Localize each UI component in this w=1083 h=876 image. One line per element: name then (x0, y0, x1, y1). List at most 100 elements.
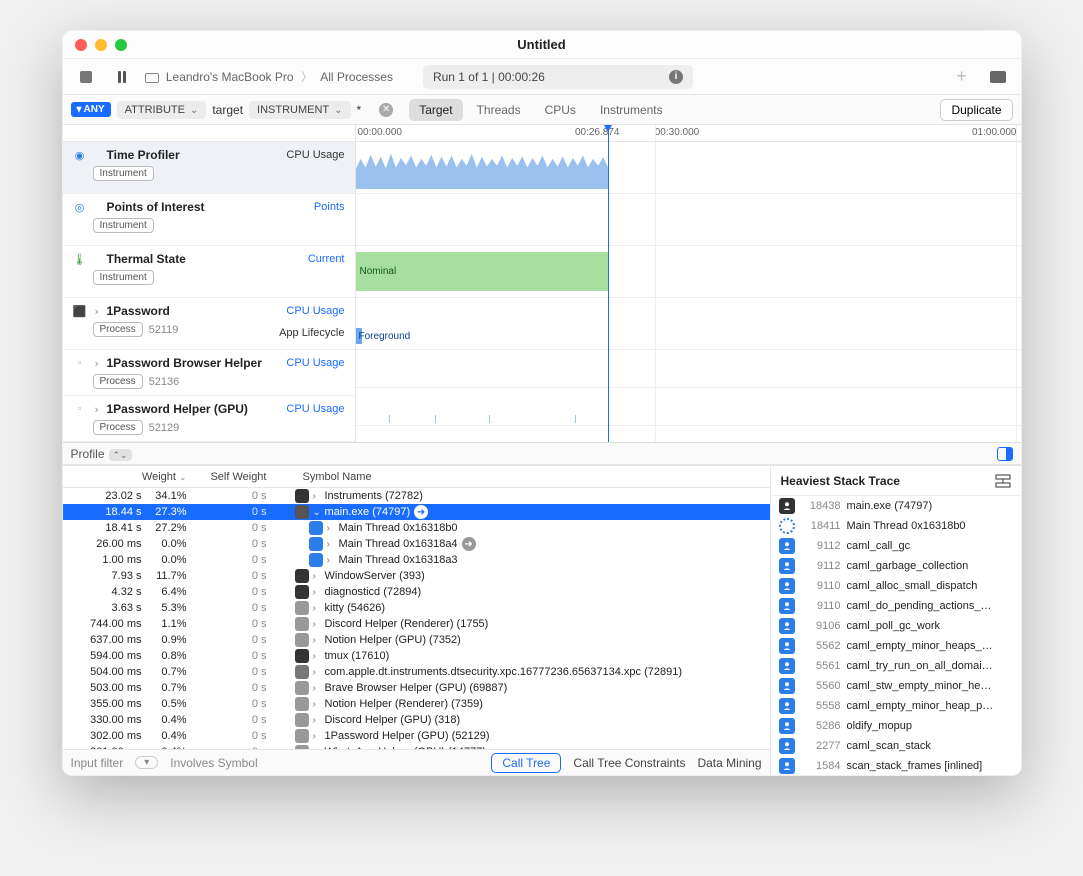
chevron-right-icon[interactable]: › (313, 491, 321, 502)
chevron-right-icon[interactable]: › (313, 715, 321, 726)
track-metric[interactable]: CPU Usage (286, 149, 344, 161)
call-tree-row[interactable]: 3.63 s5.3%0 s›kitty (54626) (63, 600, 770, 616)
inspector-toggle-button[interactable] (985, 66, 1011, 88)
tab-cpus[interactable]: CPUs (535, 99, 586, 121)
track-row[interactable]: ▫›1Password Browser HelperProcess52136CP… (63, 350, 355, 396)
call-tree-row[interactable]: 503.00 ms0.7%0 s›Brave Browser Helper (G… (63, 680, 770, 696)
chevron-right-icon[interactable]: › (93, 403, 101, 416)
constraints-button[interactable]: Call Tree Constraints (573, 756, 685, 770)
call-tree-row[interactable]: 744.00 ms1.1%0 s›Discord Helper (Rendere… (63, 616, 770, 632)
call-tree-row[interactable]: 18.44 s27.3%0 s⌄main.exe (74797)➜ (63, 504, 770, 520)
time-ruler[interactable]: 00:00.000 00:26.874 00:30.000 01:00.000 (356, 125, 1021, 142)
chevron-right-icon[interactable]: › (313, 571, 321, 582)
chevron-right-icon[interactable]: › (313, 683, 321, 694)
call-tree-row[interactable]: 504.00 ms0.7%0 s›com.apple.dt.instrument… (63, 664, 770, 680)
stack-settings-icon[interactable] (995, 474, 1011, 488)
profile-selector[interactable]: Profile⌃⌄ (71, 447, 132, 461)
call-tree-row[interactable]: 7.93 s11.7%0 s›WindowServer (393) (63, 568, 770, 584)
focus-arrow-icon[interactable]: ➜ (414, 505, 428, 519)
chevron-right-icon[interactable]: › (93, 305, 101, 318)
clear-filter-button[interactable]: ✕ (379, 103, 393, 117)
call-tree-row[interactable]: 637.00 ms0.9%0 s›Notion Helper (GPU) (73… (63, 632, 770, 648)
pause-button[interactable] (109, 66, 135, 88)
side-panel-toggle[interactable] (997, 447, 1013, 461)
info-icon[interactable]: i (669, 70, 683, 84)
col-self-weight[interactable]: Self Weight (193, 471, 273, 483)
chevron-right-icon[interactable]: › (327, 523, 335, 534)
stack-row[interactable]: 18411Main Thread 0x16318b0 (771, 516, 1021, 536)
track-row[interactable]: ◎Points of InterestInstrumentPoints (63, 194, 355, 246)
track-row[interactable]: ◉Time ProfilerInstrumentCPU Usage (63, 142, 355, 194)
stack-row[interactable]: 9112caml_garbage_collection (771, 556, 1021, 576)
call-tree-row[interactable]: 1.00 ms0.0%0 s›Main Thread 0x16318a3 (63, 552, 770, 568)
tab-target[interactable]: Target (409, 99, 462, 121)
col-symbol[interactable]: Symbol Name (273, 471, 770, 483)
track-row[interactable]: ⬛›1PasswordProcess52119CPU UsageApp Life… (63, 298, 355, 350)
chevron-right-icon[interactable]: › (93, 357, 101, 370)
data-mining-button[interactable]: Data Mining (697, 756, 761, 770)
involves-dropdown[interactable]: ▾ (135, 756, 158, 769)
call-tree-row[interactable]: 18.41 s27.2%0 s›Main Thread 0x16318b0 (63, 520, 770, 536)
call-tree-row[interactable]: 355.00 ms0.5%0 s›Notion Helper (Renderer… (63, 696, 770, 712)
minimize-icon[interactable] (95, 39, 107, 51)
track-metric[interactable]: Current (308, 253, 345, 265)
stack-row[interactable]: 5561caml_try_run_on_all_domai… (771, 656, 1021, 676)
stack-rows[interactable]: 18438main.exe (74797)18411Main Thread 0x… (771, 496, 1021, 775)
playhead[interactable] (608, 125, 609, 442)
stack-row[interactable]: 9110caml_alloc_small_dispatch (771, 576, 1021, 596)
call-tree-row[interactable]: 302.00 ms0.4%0 s›1Password Helper (GPU) … (63, 728, 770, 744)
close-icon[interactable] (75, 39, 87, 51)
chevron-right-icon[interactable]: › (313, 603, 321, 614)
chevron-right-icon[interactable]: › (313, 651, 321, 662)
call-tree-row[interactable]: 4.32 s6.4%0 s›diagnosticd (72894) (63, 584, 770, 600)
track-metric[interactable]: Points (314, 201, 345, 213)
track-metric[interactable]: CPU Usage (286, 403, 344, 415)
zoom-icon[interactable] (115, 39, 127, 51)
input-filter-field[interactable]: Input filter (71, 756, 124, 770)
chevron-right-icon[interactable]: › (327, 539, 335, 550)
add-button[interactable]: + (949, 66, 975, 88)
track-metric[interactable]: CPU Usage (286, 305, 344, 317)
focus-arrow-icon[interactable]: ➜ (462, 537, 476, 551)
chevron-down-icon[interactable]: ⌄ (313, 507, 321, 518)
any-filter-chip[interactable]: ▾ ANY (71, 102, 111, 117)
chevron-right-icon[interactable]: › (313, 587, 321, 598)
track-row[interactable]: 🌡Thermal StateInstrumentCurrent (63, 246, 355, 298)
call-tree-button[interactable]: Call Tree (491, 753, 561, 773)
breadcrumb[interactable]: Leandro's MacBook Pro 〉 All Processes (145, 68, 393, 85)
call-tree-row[interactable]: 23.02 s34.1%0 s›Instruments (72782) (63, 488, 770, 504)
track-metric2[interactable]: App Lifecycle (279, 327, 344, 339)
chevron-right-icon[interactable]: › (313, 731, 321, 742)
track-row[interactable]: ▫›1Password Helper (GPU)Process52129CPU … (63, 396, 355, 442)
chevron-right-icon[interactable]: › (313, 699, 321, 710)
attribute-selector[interactable]: ATTRIBUTE (117, 101, 207, 119)
chevron-right-icon[interactable]: › (313, 667, 321, 678)
call-tree-rows[interactable]: 23.02 s34.1%0 s›Instruments (72782)18.44… (63, 488, 770, 749)
stack-row[interactable]: 5286oldify_mopup (771, 716, 1021, 736)
track-metric[interactable]: CPU Usage (286, 357, 344, 369)
chevron-right-icon[interactable]: › (327, 555, 335, 566)
tab-instruments[interactable]: Instruments (590, 99, 673, 121)
stack-row[interactable]: 9110caml_do_pending_actions_… (771, 596, 1021, 616)
stack-row[interactable]: 2277caml_scan_stack (771, 736, 1021, 756)
stack-row[interactable]: 5562caml_empty_minor_heaps_… (771, 636, 1021, 656)
stack-row[interactable]: 1584scan_stack_frames [inlined] (771, 756, 1021, 775)
record-stop-button[interactable] (73, 66, 99, 88)
tab-threads[interactable]: Threads (467, 99, 531, 121)
frame-name: oldify_mopup (847, 720, 1013, 732)
duplicate-button[interactable]: Duplicate (940, 99, 1012, 121)
stack-row[interactable]: 9112caml_call_gc (771, 536, 1021, 556)
stack-row[interactable]: 9106caml_poll_gc_work (771, 616, 1021, 636)
col-weight[interactable]: Weight⌄ (63, 471, 193, 483)
chevron-right-icon[interactable]: › (313, 619, 321, 630)
stack-row[interactable]: 5558caml_empty_minor_heap_p… (771, 696, 1021, 716)
stack-row[interactable]: 5560caml_stw_empty_minor_he… (771, 676, 1021, 696)
run-selector[interactable]: Run 1 of 1 | 00:00:26 i (423, 65, 693, 89)
call-tree-row[interactable]: 594.00 ms0.8%0 s›tmux (17610) (63, 648, 770, 664)
call-tree-row[interactable]: 26.00 ms0.0%0 s›Main Thread 0x16318a4➜ (63, 536, 770, 552)
instrument-selector[interactable]: INSTRUMENT (249, 101, 351, 119)
chevron-right-icon[interactable]: › (313, 635, 321, 646)
stack-row[interactable]: 18438main.exe (74797) (771, 496, 1021, 516)
call-tree-row[interactable]: 330.00 ms0.4%0 s›Discord Helper (GPU) (3… (63, 712, 770, 728)
track-canvas[interactable]: 00:00.000 00:26.874 00:30.000 01:00.000 … (356, 125, 1021, 442)
